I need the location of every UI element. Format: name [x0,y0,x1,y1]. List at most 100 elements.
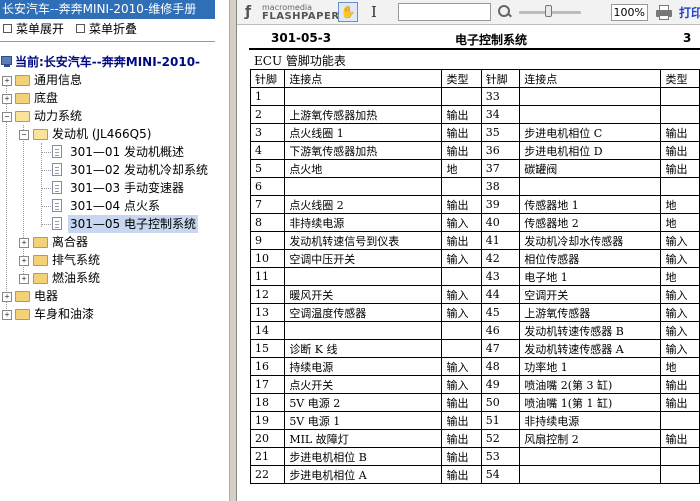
cell-connection: 步进电机相位 B [284,447,443,466]
expand-icon[interactable]: + [2,94,12,104]
zoom-level-field[interactable]: 100% [611,4,648,21]
cell-pin: 47 [480,339,521,358]
flashpaper-logo-icon: ƒ [245,4,252,20]
cell-connection: 空调中压开关 [284,249,443,268]
text-select-button[interactable]: I [368,3,380,21]
cell-pin: 18 [249,393,286,412]
table-row: 7 点火线圈 2 输出 39 传感器地 1地 [249,195,700,214]
tree-item-301-02[interactable]: 301—02 发动机冷却系统 [0,161,215,179]
cell-type [441,177,482,196]
tree-item-chassis[interactable]: + 底盘 [0,89,215,107]
table-row: 21 步进电机相位 B 输出 53 [249,447,700,466]
expand-icon[interactable]: + [2,76,12,86]
cell-type: 输出 [441,105,482,124]
expand-icon[interactable]: + [19,238,29,248]
computer-stand-icon [4,65,10,67]
cell-connection: 发动机转速传感器 A [519,339,662,358]
tree-item-label: 电器 [34,289,59,303]
cell-connection: 喷油嘴 2(第 3 缸) [519,375,662,394]
tree-item-body-paint[interactable]: + 车身和油漆 [0,305,215,323]
cell-pin: 34 [480,105,521,124]
cell-pin: 15 [249,339,286,358]
tree-item-label: 301—03 手动变速器 [70,181,184,195]
cell-type: 输入 [660,303,700,322]
cell-pin: 7 [249,195,286,214]
cell-type: 地 [660,195,700,214]
cell-pin: 11 [249,267,286,286]
collapse-menu-label: 菜单折叠 [89,22,138,36]
cell-type: 输入 [660,231,700,250]
cell-type: 输出 [660,141,700,160]
table-row: 15 诊断 K 线 47 发动机转速传感器 A 输入 [249,339,700,358]
tree-item-engine[interactable]: − 发动机 (JL466Q5) [0,125,215,143]
cell-pin: 8 [249,213,286,232]
cell-pin: 41 [480,231,521,250]
tree-item-powertrain[interactable]: − 动力系统 [0,107,215,125]
table-row: 8 非持续电源 输入 40 传感器地 2地 [249,213,700,232]
search-input[interactable] [398,3,491,21]
cell-type: 输出 [441,123,482,142]
table-row: 11 43 电子地 1地 [249,267,700,286]
collapse-menu-button[interactable]: 菜单折叠 [76,21,137,37]
tree-item-clutch[interactable]: + 离合器 [0,233,215,251]
tree-item-301-05[interactable]: 301—05 电子控制系统 [0,215,215,233]
expand-icon[interactable]: + [2,310,12,320]
expand-icon[interactable]: + [19,256,29,266]
cell-connection: 上游氧传感器 [519,303,662,322]
menu-icon [3,24,12,33]
tree-guide [41,152,51,153]
cell-pin: 54 [480,465,521,484]
tree-item-label: 底盘 [34,91,59,105]
print-button[interactable]: 打印 [679,4,700,21]
printer-icon[interactable] [656,5,672,20]
cell-type [660,87,700,106]
table-row: 12 暖风开关 输入 44 空调开关 输入 [249,285,700,304]
cell-connection: 喷油嘴 1(第 1 缸) [519,393,662,412]
cell-pin: 17 [249,375,286,394]
text-cursor-icon: I [371,3,377,21]
tree-item-exhaust[interactable]: + 排气系统 [0,251,215,269]
brand-product: FLASHPAPER [262,11,340,22]
cell-pin: 9 [249,231,286,250]
tree-item-fuel[interactable]: + 燃油系统 [0,269,215,287]
cell-connection: 下游氧传感器加热 [284,141,443,160]
cell-pin: 37 [480,159,521,178]
tree-item-general-info[interactable]: + 通用信息 [0,71,215,89]
table-row: 9 发动机转速信号到仪表 输出 41 发动机冷却水传感器 输入 [249,231,700,250]
tree-item-301-01[interactable]: 301—01 发动机概述 [0,143,215,161]
page-section-title: 电子控制系统 [455,33,528,47]
tree-root-current[interactable]: 当前:长安汽车--奔奔MINI-2010- [0,53,215,71]
cell-pin: 45 [480,303,521,322]
cell-connection: 点火线圈 2 [284,195,443,214]
folder-icon [15,309,30,320]
pane-splitter[interactable] [229,0,237,501]
table-row: 22 步进电机相位 A 输出 54 [249,465,700,484]
cell-type: 输出 [660,393,700,412]
folder-icon [33,255,48,266]
magnifier-handle [507,12,512,18]
tree-item-electrical[interactable]: + 电器 [0,287,215,305]
tree-item-label: 车身和油漆 [34,307,95,321]
folder-open-icon [33,129,48,140]
cell-connection: 步进电机相位 A [284,465,443,484]
expand-icon[interactable]: + [2,292,12,302]
expand-menu-button[interactable]: 菜单展开 [3,21,64,37]
cell-pin: 5 [249,159,286,178]
expand-menu-label: 菜单展开 [16,22,65,36]
tree-item-301-03[interactable]: 301—03 手动变速器 [0,179,215,197]
divider [0,41,215,42]
document-icon [52,199,62,212]
expand-icon[interactable]: + [19,274,29,284]
cell-pin: 52 [480,429,521,448]
collapse-icon[interactable]: − [19,130,29,140]
zoom-slider-thumb[interactable] [545,5,552,17]
app-title: 长安汽车--奔奔MINI-2010-维修手册 [0,0,215,19]
zoom-icon[interactable] [497,4,513,20]
cell-type: 输出 [441,411,482,430]
cell-pin: 46 [480,321,521,340]
collapse-icon[interactable]: − [2,112,12,122]
hand-tool-button[interactable]: ✋ [338,2,358,22]
tree-item-301-04[interactable]: 301—04 点火系 [0,197,215,215]
cell-connection [519,177,662,196]
cell-pin: 13 [249,303,286,322]
